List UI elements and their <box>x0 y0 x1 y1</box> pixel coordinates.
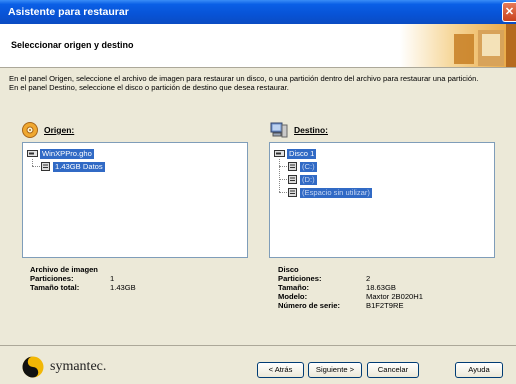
origin-partition-label: 1.43GB Datos <box>53 161 105 172</box>
partition-d-label: (D:) <box>300 174 317 185</box>
destination-panel-header: Destino: <box>270 120 328 140</box>
origin-info: Archivo de imagen Particiones: 1 Tamaño … <box>30 265 136 292</box>
next-button[interactable]: Siguiente > <box>308 362 362 378</box>
destination-size-value: 18.63GB <box>366 283 396 292</box>
symantec-logo: symantec. <box>22 356 106 378</box>
destination-partitions-label: Particiones: <box>278 274 322 283</box>
origin-size-value: 1.43GB <box>110 283 136 292</box>
restore-wizard-window: Asistente para restaurar ✕ Seleccionar o… <box>0 0 516 384</box>
instructions-line-2: En el panel Destino, seleccione el disco… <box>9 83 289 92</box>
destination-partitions-value: 2 <box>366 274 371 283</box>
header-banner-graphic <box>400 24 516 67</box>
origin-info-title: Archivo de imagen <box>30 265 98 274</box>
tree-connector <box>279 179 287 180</box>
tree-node-unallocated[interactable]: (Espacio sin utilizar) <box>287 187 372 198</box>
wizard-header: Seleccionar origen y destino <box>0 24 516 68</box>
destination-model-label: Modelo: <box>278 292 308 301</box>
tree-node-disk[interactable]: Disco 1 <box>274 148 317 159</box>
tree-connector <box>279 159 280 192</box>
origin-size-label: Tamaño total: <box>30 283 80 292</box>
instructions-text: En el panel Origen, seleccione el archiv… <box>9 74 504 92</box>
unallocated-space-label: (Espacio sin utilizar) <box>300 187 372 198</box>
drive-icon <box>274 150 285 157</box>
tree-connector <box>32 159 33 166</box>
tree-node-partition-c[interactable]: (C:) <box>287 161 317 172</box>
footer-divider <box>0 345 516 346</box>
window-title: Asistente para restaurar <box>8 6 129 18</box>
drive-icon <box>27 150 38 157</box>
partition-icon <box>288 175 297 184</box>
page-title: Seleccionar origen y destino <box>11 40 134 50</box>
origin-root-label: WinXPPro.gho <box>40 148 94 159</box>
origin-tree[interactable]: WinXPPro.gho 1.43GB Datos <box>22 142 248 258</box>
destination-root-label: Disco 1 <box>287 148 317 159</box>
origin-partitions-label: Particiones: <box>30 274 74 283</box>
disk-image-icon <box>22 122 38 138</box>
tree-connector <box>279 166 287 167</box>
partition-icon <box>288 188 297 197</box>
instructions-line-1: En el panel Origen, seleccione el archiv… <box>9 74 479 83</box>
destination-label: Destino: <box>294 125 328 135</box>
origin-panel-header: Origen: <box>22 120 74 140</box>
title-bar: Asistente para restaurar ✕ <box>0 0 516 24</box>
partition-c-label: (C:) <box>300 161 317 172</box>
destination-model-value: Maxtor 2B020H1 <box>366 292 423 301</box>
computer-icon <box>270 122 288 138</box>
tree-node-partition[interactable]: 1.43GB Datos <box>40 161 105 172</box>
partition-icon <box>41 162 50 171</box>
destination-size-label: Tamaño: <box>278 283 310 292</box>
close-button[interactable]: ✕ <box>502 2 516 22</box>
destination-info-title: Disco <box>278 265 299 274</box>
destination-tree[interactable]: Disco 1 (C:) (D:) (Espacio sin utilizar) <box>269 142 495 258</box>
destination-serial-value: B1F2T9RE <box>366 301 404 310</box>
tree-node-partition-d[interactable]: (D:) <box>287 174 317 185</box>
help-button[interactable]: Ayuda <box>455 362 503 378</box>
tree-node-image-file[interactable]: WinXPPro.gho <box>27 148 94 159</box>
tree-connector <box>32 166 40 167</box>
origin-partitions-value: 1 <box>110 274 115 283</box>
destination-serial-label: Número de serie: <box>278 301 341 310</box>
destination-info: Disco Particiones: 2 Tamaño: 18.63GB Mod… <box>278 265 423 310</box>
partition-icon <box>288 162 297 171</box>
symantec-logo-icon <box>22 356 44 378</box>
back-button[interactable]: < Atrás <box>257 362 304 378</box>
symantec-logo-text: symantec. <box>50 359 107 374</box>
tree-connector <box>279 192 287 193</box>
origin-label: Origen: <box>44 125 75 135</box>
cancel-button[interactable]: Cancelar <box>367 362 419 378</box>
